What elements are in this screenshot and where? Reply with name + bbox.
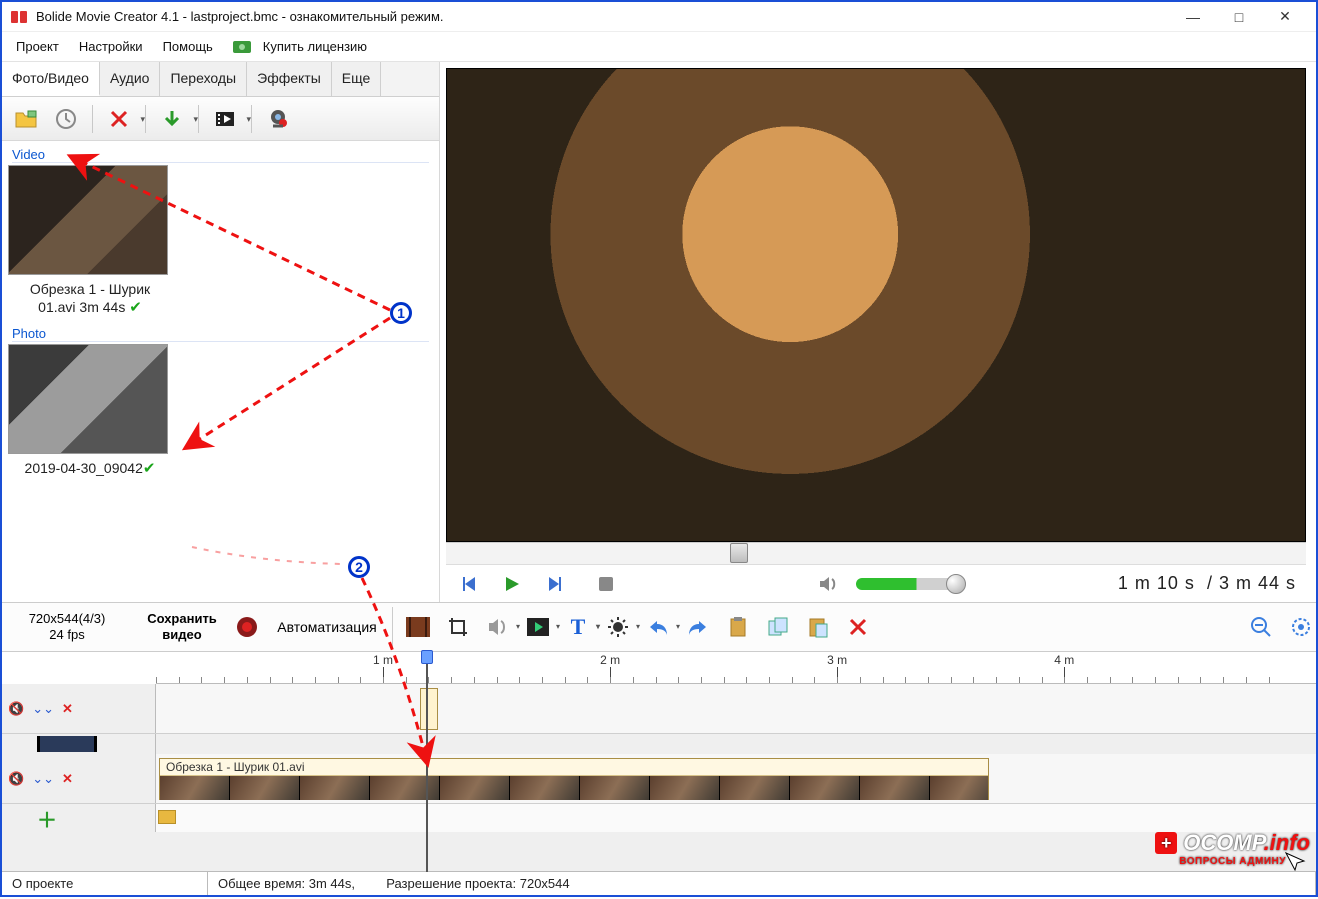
status-info: Общее время: 3m 44s, Разрешение проекта:… — [208, 872, 1316, 895]
photo-clip[interactable] — [420, 688, 438, 730]
track-2-header: 🔇 ⌄⌄ ✕ — [2, 754, 156, 803]
track-2: 🔇 ⌄⌄ ✕ Обрезка 1 - Шурик 01.avi — [2, 754, 1316, 804]
maximize-button[interactable]: □ — [1216, 2, 1262, 32]
timeline-tracks: 🔇 ⌄⌄ ✕ 🔇 ⌄⌄ ✕ Обрезка 1 - Шурик 01.avi — [2, 684, 1316, 874]
video-item[interactable]: Обрезка 1 - Шурик 01.avi 3m 44s ✔ — [8, 165, 172, 324]
menu-settings[interactable]: Настройки — [71, 35, 151, 58]
open-folder-button[interactable] — [8, 102, 44, 136]
library-panel: Фото/Видео Аудио Переходы Эффекты Еще ▾ … — [2, 62, 440, 602]
tab-photo-video[interactable]: Фото/Видео — [2, 62, 100, 96]
track-1: 🔇 ⌄⌄ ✕ — [2, 684, 1316, 734]
mute-icon[interactable]: 🔇 — [8, 701, 24, 717]
clip-filmstrip — [160, 776, 988, 800]
brightness-button[interactable]: ▾ — [603, 612, 633, 642]
audio-button[interactable]: ▾ — [483, 612, 513, 642]
check-icon: ✔ — [143, 460, 156, 477]
remove-button[interactable] — [843, 612, 873, 642]
title-bar: Bolide Movie Creator 4.1 - lastproject.b… — [2, 2, 1316, 32]
mute-icon[interactable]: 🔇 — [8, 771, 24, 787]
webcam-button[interactable] — [260, 102, 296, 136]
timeline-toolbar: 720x544(4/3)24 fps Сохранитьвидео Автома… — [2, 602, 1316, 652]
photo-item[interactable]: 2019-04-30_09042✔ — [8, 344, 172, 485]
scrubber-handle[interactable] — [730, 543, 748, 563]
window-title: Bolide Movie Creator 4.1 - lastproject.b… — [36, 9, 1170, 24]
record-button[interactable] — [232, 616, 262, 638]
menu-bar: Проект Настройки Помощь Купить лицензию — [2, 32, 1316, 62]
paste-button[interactable] — [803, 612, 833, 642]
timeline-ruler[interactable]: 1 m2 m3 m4 m — [156, 652, 1316, 684]
film-button[interactable]: ▾ — [207, 102, 243, 136]
download-button[interactable]: ▾ — [154, 102, 190, 136]
playhead[interactable] — [426, 652, 428, 872]
redo-button[interactable] — [683, 612, 713, 642]
tab-audio[interactable]: Аудио — [100, 62, 161, 96]
close-button[interactable]: ✕ — [1262, 2, 1308, 32]
delete-track-icon[interactable]: ✕ — [62, 771, 73, 787]
video-clip[interactable]: Обрезка 1 - Шурик 01.avi — [159, 758, 989, 800]
track-thumbnail-icon — [37, 736, 97, 752]
section-photo-label: Photo — [12, 326, 429, 342]
preview-frame — [447, 69, 1305, 541]
app-icon — [10, 8, 28, 26]
stop-button[interactable] — [592, 570, 620, 598]
status-about[interactable]: О проекте — [2, 872, 208, 895]
zoom-out-button[interactable] — [1246, 612, 1276, 642]
undo-button[interactable]: ▾ — [643, 612, 673, 642]
tab-effects[interactable]: Эффекты — [247, 62, 332, 96]
library-list: Video Обрезка 1 - Шурик 01.avi 3m 44s ✔ … — [2, 141, 439, 602]
watermark: + OCOMP.info ВОПРОСЫ АДМИНУ — [1155, 830, 1310, 867]
minimize-button[interactable]: — — [1170, 2, 1216, 32]
section-video-label: Video — [12, 147, 429, 163]
track-1-header: 🔇 ⌄⌄ ✕ — [2, 684, 156, 733]
timecode: 1 m 10 s / 3 m 44 s — [1118, 573, 1296, 594]
main-area: Фото/Видео Аудио Переходы Эффекты Еще ▾ … — [2, 62, 1316, 602]
menu-project[interactable]: Проект — [8, 35, 67, 58]
menu-buy-license[interactable]: Купить лицензию — [225, 31, 383, 62]
delete-track-icon[interactable]: ✕ — [62, 701, 73, 717]
video-caption: Обрезка 1 - Шурик 01.avi 3m 44s ✔ — [8, 278, 172, 324]
video-thumbnail — [8, 165, 168, 275]
plus-icon: + — [1155, 832, 1177, 854]
collapse-icon[interactable]: ⌄⌄ — [32, 701, 54, 717]
volume-knob[interactable] — [946, 574, 966, 594]
next-frame-button[interactable] — [540, 570, 568, 598]
status-bar: О проекте Общее время: 3m 44s, Разрешени… — [2, 871, 1316, 895]
crop-button[interactable] — [443, 612, 473, 642]
library-toolbar: ▾ ▾ ▾ — [2, 97, 439, 141]
collapse-icon[interactable]: ⌄⌄ — [32, 771, 54, 787]
volume-icon[interactable] — [814, 570, 842, 598]
automation-button[interactable]: Автоматизация — [262, 619, 392, 635]
check-icon: ✔ — [129, 299, 142, 316]
add-track-button[interactable]: ＋ — [37, 804, 57, 833]
preview-panel: 1 m 10 s / 3 m 44 s — [440, 62, 1316, 602]
video-preview[interactable] — [446, 68, 1306, 542]
zoom-fit-button[interactable] — [1286, 612, 1316, 642]
history-button[interactable] — [48, 102, 84, 136]
library-tabs: Фото/Видео Аудио Переходы Эффекты Еще — [2, 62, 439, 97]
playback-bar: 1 m 10 s / 3 m 44 s — [446, 564, 1306, 602]
money-icon — [233, 40, 251, 54]
text-button[interactable]: T▾ — [563, 612, 593, 642]
play-button[interactable] — [498, 570, 526, 598]
save-video-button[interactable]: Сохранитьвидео — [132, 611, 232, 642]
tab-more[interactable]: Еще — [332, 62, 382, 96]
copy-button[interactable] — [763, 612, 793, 642]
photo-caption: 2019-04-30_09042✔ — [8, 457, 172, 485]
tab-transitions[interactable]: Переходы — [160, 62, 247, 96]
preview-scrubber[interactable] — [446, 542, 1306, 564]
track-1-lane[interactable] — [156, 684, 1316, 733]
menu-help[interactable]: Помощь — [155, 35, 221, 58]
clip-label: Обрезка 1 - Шурик 01.avi — [160, 759, 988, 776]
film-segment-icon[interactable] — [403, 612, 433, 642]
cursor-icon — [1284, 851, 1314, 871]
project-resolution: 720x544(4/3)24 fps — [2, 608, 132, 645]
track-2-lane[interactable]: Обрезка 1 - Шурик 01.avi — [156, 754, 1316, 803]
scroll-marker[interactable] — [158, 810, 176, 824]
clipboard-button[interactable] — [723, 612, 753, 642]
prev-frame-button[interactable] — [456, 570, 484, 598]
volume-slider[interactable] — [856, 578, 966, 590]
delete-button[interactable]: ▾ — [101, 102, 137, 136]
clip-play-button[interactable]: ▾ — [523, 612, 553, 642]
photo-thumbnail — [8, 344, 168, 454]
